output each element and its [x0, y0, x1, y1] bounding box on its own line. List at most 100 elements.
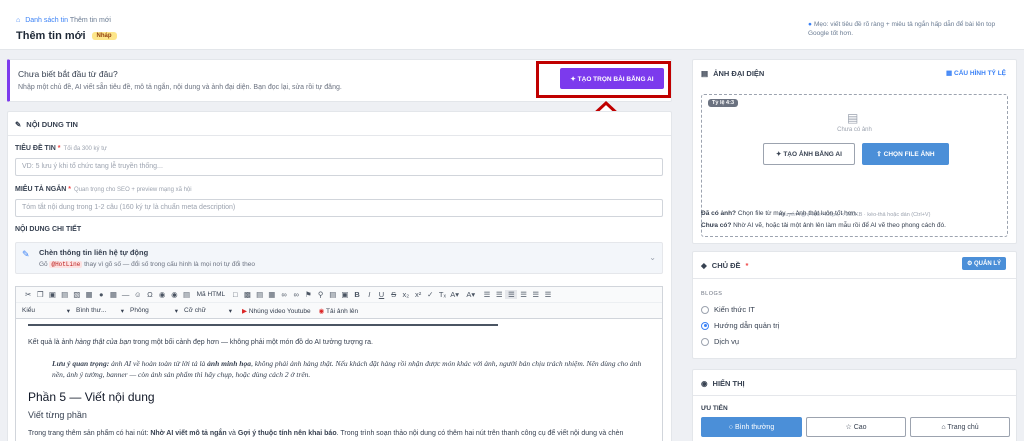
choose-file-button[interactable]: ⇧ CHỌN FILE ẢNH — [862, 143, 949, 165]
eye-icon: ◉ — [701, 379, 708, 388]
image-placeholder-icon: ▤ — [847, 111, 859, 125]
bold-icon[interactable]: B — [351, 290, 363, 299]
justify-icon[interactable]: ☰ — [542, 290, 554, 299]
summary-placeholder: Tóm tắt nội dung trong 1-2 câu (160 ký t… — [22, 204, 236, 211]
editor-content[interactable]: Kết quả là ảnh hàng thật của bạn trong m… — [16, 320, 662, 441]
create-image-ai-label: TẠO ẢNH BẰNG AI — [783, 151, 842, 158]
paste-word-icon[interactable]: ▧ — [71, 290, 83, 299]
font-dropdown[interactable]: Phông ▾ — [130, 307, 184, 315]
priority-high-button[interactable]: ☆ Cao — [806, 417, 906, 437]
category-option-huong-dan-quan-tri[interactable]: Hướng dẫn quản trị — [701, 321, 779, 330]
format-dropdown[interactable]: Bình thư... ▾ — [76, 307, 130, 315]
image-icon: ▤ — [701, 69, 709, 78]
numbered-list-icon[interactable]: ☰ — [481, 290, 493, 299]
lightbulb-icon: ● — [808, 21, 812, 28]
rich-text-editor[interactable]: ✂ ❐ ▣ ▤ ▧ ▦ ● ▦ — ☺ Ω ◉ ◉ ▤ Mã HTML □ ▩ … — [15, 286, 663, 441]
chevron-down-icon[interactable]: ⌄ — [649, 253, 656, 262]
tip-text: ● Mẹo: viết tiêu đề rõ ràng + miêu tả ngắ… — [808, 20, 1013, 38]
select-all-icon[interactable]: ▣ — [339, 290, 351, 299]
iframe-icon[interactable]: ◉ — [156, 290, 168, 299]
underline-icon[interactable]: U — [375, 290, 387, 299]
copy-format-icon[interactable]: ✓ — [424, 290, 436, 299]
title-label-text: TIÊU ĐỀ TIN — [15, 145, 56, 152]
youtube-embed-button[interactable]: ▶ Nhúng video Youtube — [242, 307, 311, 315]
content-blockquote: Lưu ý quan trọng: ảnh AI về hoàn toàn từ… — [52, 358, 650, 380]
divider — [8, 135, 671, 136]
manage-label: QUẢN LÝ — [974, 261, 1001, 267]
text: Trong trang thêm sản phẩm có hai nút: — [28, 430, 151, 437]
title-input[interactable]: VD: 5 lưu ý khi tổ chức tang lễ truyền t… — [15, 158, 663, 176]
strike-icon[interactable]: S — [388, 290, 400, 299]
subscript-icon[interactable]: x₂ — [400, 290, 412, 299]
align-right-icon[interactable]: ☰ — [530, 290, 542, 299]
superscript-icon[interactable]: x² — [412, 290, 424, 299]
size-dropdown[interactable]: Cỡ chữ ▾ — [184, 307, 238, 315]
table-icon[interactable]: ▦ — [107, 290, 119, 299]
home-icon[interactable]: ⌂ — [16, 17, 20, 24]
contact-title: Chèn thông tin liên hệ tự động — [39, 248, 149, 257]
divider — [693, 395, 1016, 396]
create-image-ai-button[interactable]: ✦ TẠO ẢNH BẰNG AI — [763, 143, 855, 165]
html-source-button[interactable]: Mã HTML — [197, 291, 226, 298]
special-char-icon[interactable]: Ω — [144, 290, 156, 299]
manage-categories-button[interactable]: ⚙ QUẢN LÝ — [961, 257, 1006, 270]
content-heading-3: Viết từng phần — [28, 410, 87, 420]
replace-icon[interactable]: ▤ — [327, 290, 339, 299]
radio-button[interactable] — [701, 321, 709, 330]
content-heading-2: Phần 5 — Viết nội dung — [28, 390, 155, 404]
youtube-label: Nhúng video Youtube — [248, 307, 311, 315]
category-option-dich-vu[interactable]: Dịch vụ — [701, 337, 739, 346]
contact-info-panel[interactable]: ✎ Chèn thông tin liên hệ tự động Gõ @Hot… — [15, 242, 663, 274]
image-note-1: Đã có ảnh? Chọn file từ máy — ảnh thật l… — [701, 210, 857, 217]
breadcrumb-parent-link[interactable]: Danh sách tin — [25, 17, 68, 24]
chevron-down-icon: ▾ — [174, 307, 178, 315]
new-page-icon[interactable]: □ — [229, 290, 241, 299]
templates-icon[interactable]: ▦ — [266, 290, 278, 299]
copy-icon[interactable]: ❐ — [34, 290, 46, 299]
category-option-kien-thuc-it[interactable]: Kiến thức IT — [701, 305, 755, 314]
globe-icon[interactable]: ◉ — [168, 290, 180, 299]
config-ratio-link[interactable]: ▦ CẤU HÌNH TỶ LỆ — [946, 69, 1006, 77]
priority-normal-button[interactable]: ○ Bình thường — [701, 417, 802, 437]
config-ratio-label: CẤU HÌNH TỶ LỆ — [954, 70, 1006, 77]
editor-toolbar-row-1: ✂ ❐ ▣ ▤ ▧ ▦ ● ▦ — ☺ Ω ◉ ◉ ▤ Mã HTML □ ▩ … — [16, 287, 662, 303]
remove-format-icon[interactable]: Tₓ — [436, 290, 448, 299]
tip-label: Mẹo: viết tiêu đề rõ ràng + miêu tả ngắn… — [808, 21, 996, 37]
italic-icon[interactable]: I — [363, 290, 375, 299]
align-left-icon[interactable]: ☰ — [505, 290, 518, 299]
radio-button[interactable] — [701, 337, 709, 346]
anchor-icon[interactable]: ⚑ — [302, 290, 314, 299]
align-center-icon[interactable]: ☰ — [517, 290, 529, 299]
pencil-icon: ✎ — [22, 249, 30, 259]
summary-input[interactable]: Tóm tắt nội dung trong 1-2 câu (160 ký t… — [15, 199, 663, 217]
priority-home-button[interactable]: ⌂ Trang chủ — [910, 417, 1010, 437]
unlink-icon[interactable]: ∞ — [290, 290, 302, 299]
horizontal-line-icon[interactable]: — — [120, 290, 132, 299]
style-dropdown[interactable]: Kiểu ▾ — [22, 307, 76, 315]
category-option-label: Kiến thức IT — [714, 305, 755, 314]
display-card: ◉ HIỂN THỊ ƯU TIÊN ○ Bình thường ☆ Cao ⌂ … — [692, 369, 1017, 441]
image-icon[interactable]: ▦ — [83, 290, 95, 299]
category-group-label: BLOGS — [701, 291, 723, 297]
text-color-icon[interactable]: A▾ — [449, 290, 461, 299]
smiley-icon[interactable]: ☺ — [132, 290, 144, 299]
text-bold: Gợi ý thuộc tính nên khai báo — [237, 430, 337, 437]
bulleted-list-icon[interactable]: ☰ — [493, 290, 505, 299]
image-note-2: Chưa có? Nhờ AI vẽ, hoặc tải một ảnh lên… — [701, 222, 946, 229]
print-icon[interactable]: ▤ — [254, 290, 266, 299]
cut-icon[interactable]: ✂ — [22, 290, 34, 299]
radio-button[interactable] — [701, 305, 709, 314]
source-icon[interactable]: ▤ — [180, 290, 192, 299]
contact-post: thay vì gõ số — đổi số trong cấu hình là… — [84, 261, 255, 268]
upload-image-button[interactable]: ◉ Tải ảnh lên — [319, 307, 359, 315]
preview-icon[interactable]: ▩ — [241, 290, 253, 299]
find-icon[interactable]: ⚲ — [314, 290, 326, 299]
bg-color-icon[interactable]: A▾ — [465, 290, 477, 299]
paste-text-icon[interactable]: ▤ — [59, 290, 71, 299]
flash-icon[interactable]: ● — [95, 290, 107, 299]
link-icon[interactable]: ∞ — [278, 290, 290, 299]
paste-icon[interactable]: ▣ — [46, 290, 58, 299]
text: và — [226, 430, 238, 437]
youtube-icon: ▶ — [242, 307, 247, 315]
content-hr — [28, 324, 498, 326]
